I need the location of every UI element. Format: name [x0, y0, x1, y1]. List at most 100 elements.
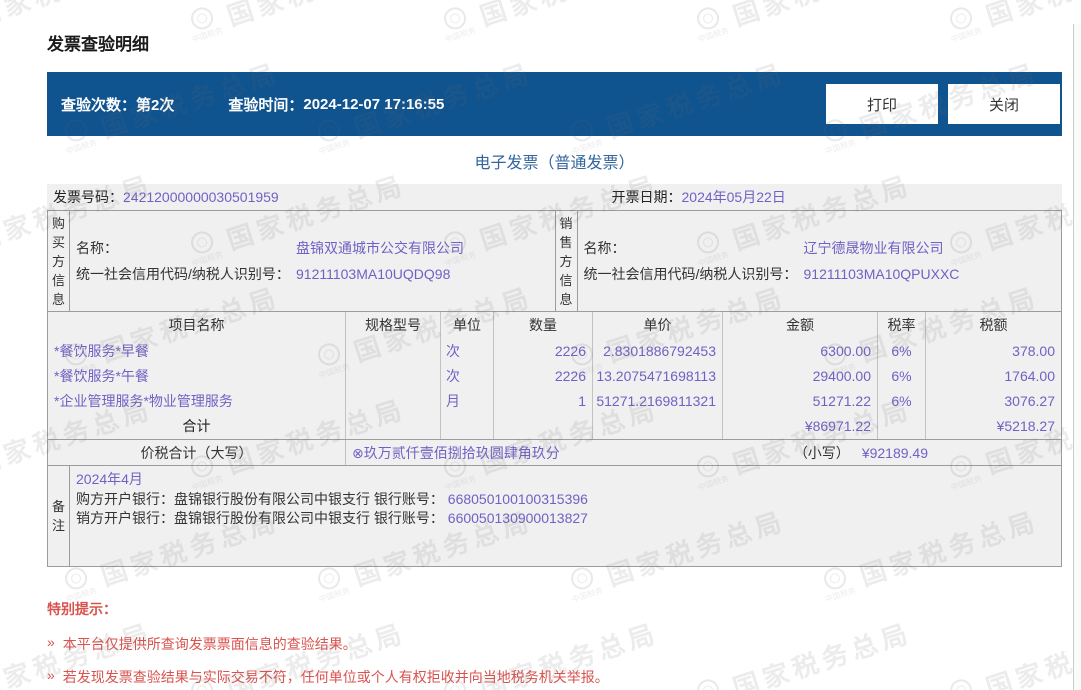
bullet-icon: » [47, 667, 55, 683]
seller-body: 名称： 辽宁德晟物业有限公司 统一社会信用代码/纳税人识别号： 91211103… [578, 211, 1062, 311]
buyer-name-label: 名称： [76, 240, 118, 256]
header-item-name: 项目名称 [48, 312, 346, 338]
seller-taxid-row: 统一社会信用代码/纳税人识别号： 91211103MA10QPUXXC [578, 261, 1062, 287]
items-table: 项目名称 规格型号 单位 数量 单价 金额 税率 税额 *餐饮服务*早餐 次 2… [47, 312, 1062, 440]
check-count-value: 第2次 [136, 96, 175, 114]
main-content: 发票查验明细 查验次数： 第2次 查验时间： 2024-12-07 17:16:… [0, 0, 1081, 687]
item-amount-cell: 29400.00 [723, 363, 878, 388]
remarks-body: 2024年4月 购方开户银行：盘锦银行股份有限公司中银支行 银行账号： 6680… [70, 466, 1061, 566]
seller-name-label: 名称： [583, 240, 626, 256]
total-label-cell: 合计 [48, 413, 346, 439]
grand-total-content: ⊗玖万贰仟壹佰捌拾玖圆肆角玖分 （小写） ¥92189.49 [346, 443, 1061, 463]
notice-section: 特别提示： » 本平台仅提供所查询发票票面信息的查验结果。 » 若发现发票查验结… [47, 599, 1062, 687]
item-name-cell: *餐饮服务*早餐 [48, 338, 346, 363]
item-tax-cell: 3076.27 [1004, 392, 1055, 409]
header-qty: 数量 [494, 312, 593, 338]
header-unit: 单位 [441, 312, 494, 338]
item-qty-cell: 2226 [494, 363, 593, 388]
print-button[interactable]: 打印 [826, 84, 938, 124]
item-tax-rate-cell: 6% [878, 338, 926, 363]
small-amount-label: （小写） [793, 444, 850, 461]
total-spec-cell [346, 413, 441, 439]
remarks-seller-bank-line: 销方开户银行：盘锦银行股份有限公司中银支行 银行账号： 660050130900… [76, 509, 1061, 529]
invoice-number-row: 发票号码： 24212000000030501959 开票日期： 2024年05… [47, 184, 1062, 210]
bullet-icon: » [47, 634, 55, 650]
close-button[interactable]: 关闭 [948, 84, 1060, 124]
page-title: 发票查验明细 [47, 35, 149, 54]
toolbar-buttons: 打印 关闭 [826, 84, 1060, 124]
header-price: 单价 [593, 312, 723, 338]
grand-total-row: 价税合计（大写） ⊗玖万贰仟壹佰捌拾玖圆肆角玖分 （小写） ¥92189.49 [47, 440, 1062, 466]
item-price-cell: 13.2075471698113 [593, 363, 723, 388]
buyer-taxid-row: 统一社会信用代码/纳税人识别号： 91211103MA10UQDQ98 [70, 261, 555, 287]
item-name-cell: *企业管理服务*物业管理服务 [48, 388, 346, 413]
total-tax-rate-cell [878, 413, 926, 439]
item-spec-cell [346, 388, 441, 413]
party-section: 购买方信息 名称： 盘锦双通城市公交有限公司 统一社会信用代码/纳税人识别号： … [47, 210, 1062, 312]
check-time-group: 查验时间： 2024-12-07 17:16:55 [228, 94, 444, 115]
items-header-row: 项目名称 规格型号 单位 数量 单价 金额 税率 税额 [48, 312, 1061, 338]
seller-bank-label: 销方开户银行：盘锦银行股份有限公司中银支行 银行账号： [76, 510, 444, 526]
seller-taxid-label: 统一社会信用代码/纳税人识别号： [583, 266, 798, 282]
scrollbar-track[interactable] [1073, 24, 1081, 690]
buyer-taxid-label: 统一社会信用代码/纳税人识别号： [76, 266, 290, 282]
seller-name-value: 辽宁德晟物业有限公司 [803, 240, 944, 256]
seller-section: 销售方信息 名称： 辽宁德晟物业有限公司 统一社会信用代码/纳税人识别号： 91… [554, 211, 1062, 311]
check-count-label: 查验次数： [61, 96, 137, 114]
buyer-bank-label: 购方开户银行：盘锦银行股份有限公司中银支行 银行账号： [76, 490, 444, 507]
item-name-cell: *餐饮服务*午餐 [48, 363, 346, 388]
notice-title: 特别提示： [47, 601, 117, 617]
buyer-side-label: 购买方信息 [48, 211, 70, 311]
amount-in-words: ⊗玖万贰仟壹佰捌拾玖圆肆角玖分 [352, 444, 560, 461]
header-amount: 金额 [723, 312, 878, 338]
grand-total-label: 价税合计（大写） [48, 440, 346, 465]
invoice-date-label: 开票日期： [611, 189, 682, 205]
amount-numeric-group: （小写） ¥92189.49 [794, 443, 928, 463]
invoice-number-group: 发票号码： 24212000000030501959 [47, 187, 555, 207]
invoice-number-label: 发票号码： [53, 189, 123, 205]
item-unit-cell: 次 [441, 363, 494, 388]
item-amount-cell: 6300.00 [723, 338, 878, 363]
invoice-panel: 发票号码： 24212000000030501959 开票日期： 2024年05… [47, 184, 1062, 567]
item-unit-cell: 次 [441, 338, 494, 363]
seller-name-row: 名称： 辽宁德晟物业有限公司 [578, 235, 1062, 261]
total-tax-cell: ¥5218.27 [996, 418, 1055, 434]
invoice-number-value: 24212000000030501959 [123, 189, 279, 205]
invoice-date-value: 2024年05月22日 [681, 189, 786, 205]
check-time-value: 2024-12-07 17:16:55 [303, 95, 445, 113]
notice-item: » 本平台仅提供所查询发票票面信息的查验结果。 [47, 634, 1062, 654]
item-tax-rate-cell: 6% [878, 388, 926, 413]
item-amount-cell: 51271.22 [723, 388, 878, 413]
invoice-type-title: 电子发票（普通发票） [474, 155, 635, 172]
item-row: *餐饮服务*早餐 次 2226 2.8301886792453 6300.00 … [48, 338, 1061, 363]
item-row: *企业管理服务*物业管理服务 月 1 51271.2169811321 5127… [48, 388, 1061, 413]
item-qty-cell: 2226 [494, 338, 593, 363]
seller-taxid-value: 91211103MA10QPUXXC [803, 266, 960, 282]
check-count-group: 查验次数： 第2次 [61, 94, 174, 115]
remarks-section: 备注 2024年4月 购方开户银行：盘锦银行股份有限公司中银支行 银行账号： 6… [47, 466, 1062, 567]
buyer-body: 名称： 盘锦双通城市公交有限公司 统一社会信用代码/纳税人识别号： 912111… [70, 211, 555, 311]
total-price-cell [593, 413, 723, 439]
item-unit-cell: 月 [441, 388, 494, 413]
item-price-cell: 51271.2169811321 [593, 388, 723, 413]
item-tax-rate-cell: 6% [878, 363, 926, 388]
remarks-line1: 2024年4月 [76, 471, 143, 487]
buyer-name-value: 盘锦双通城市公交有限公司 [296, 240, 464, 256]
item-tax-cell: 378.00 [1012, 342, 1055, 359]
header-tax-rate: 税率 [878, 312, 926, 338]
invoice-date-group: 开票日期： 2024年05月22日 [555, 187, 1063, 207]
amount-numeric-value: ¥92189.49 [861, 444, 928, 461]
remarks-side-label: 备注 [48, 466, 70, 566]
header-spec: 规格型号 [346, 312, 441, 338]
seller-bank-account: 660050130900013827 [447, 510, 588, 526]
item-tax-cell: 1764.00 [1004, 367, 1055, 384]
check-time-label: 查验时间： [228, 96, 304, 114]
item-spec-cell [346, 363, 441, 388]
notice-item-text: 本平台仅提供所查询发票票面信息的查验结果。 [62, 636, 357, 652]
item-row: *餐饮服务*午餐 次 2226 13.2075471698113 29400.0… [48, 363, 1061, 388]
items-total-row: 合计 ¥86971.22 ¥5218.27 [48, 413, 1061, 439]
seller-side-label: 销售方信息 [556, 211, 578, 311]
header-tax: 税额 [979, 317, 1008, 333]
remarks-buyer-bank-line: 购方开户银行：盘锦银行股份有限公司中银支行 银行账号： 668050100100… [76, 490, 1061, 510]
total-unit-cell [441, 413, 494, 439]
